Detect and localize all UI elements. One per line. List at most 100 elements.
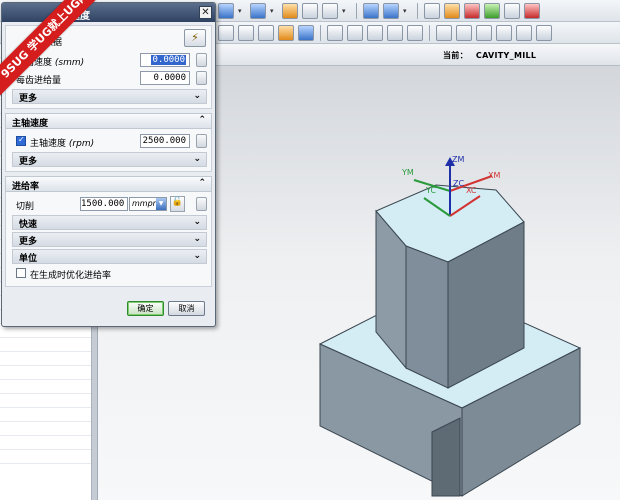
block-icon[interactable]: [278, 25, 294, 41]
row-cut: 切削 1500.000 mmpr ▼ 🔓: [12, 195, 207, 213]
feed-per-tooth-label: 每齿进给量: [16, 76, 62, 86]
analysis-icon[interactable]: [464, 3, 480, 19]
feature-icon[interactable]: [327, 25, 343, 41]
chevron-up-icon: ⌃: [198, 115, 206, 125]
ok-button[interactable]: 确定: [127, 301, 164, 316]
feed-more-toggle[interactable]: 更多 ⌄: [12, 232, 207, 247]
zm-label: ZM: [452, 155, 464, 164]
separator: [320, 25, 321, 41]
row-feed-per-tooth: 每齿进给量 0.0000: [12, 69, 207, 87]
measure-icon[interactable]: [444, 3, 460, 19]
feed-header[interactable]: 进给率 ⌃: [5, 176, 212, 192]
optimize-checkbox[interactable]: [16, 268, 26, 278]
base-chamfer-face: [431, 417, 461, 497]
chevron-down-icon: ⌄: [193, 234, 201, 244]
ruler-icon[interactable]: [524, 3, 540, 19]
chevron-down-icon[interactable]: ▼: [156, 198, 166, 210]
toolbar-icons-row2: [218, 25, 552, 41]
body-icon[interactable]: [298, 25, 314, 41]
selection-icon[interactable]: [302, 3, 318, 19]
orient-icon[interactable]: [218, 3, 234, 19]
feed-title: 进给率: [12, 182, 40, 192]
line-icon[interactable]: [258, 25, 274, 41]
lock-icon[interactable]: 🔓: [170, 196, 185, 212]
current-operation-value: CAVITY_MILL: [475, 51, 537, 60]
cut-unit-select[interactable]: mmpr ▼: [129, 197, 167, 211]
table-icon[interactable]: [424, 3, 440, 19]
sew-icon[interactable]: [516, 25, 532, 41]
dropdown-icon[interactable]: ▾: [342, 3, 350, 19]
rapid-label: 快速: [19, 220, 38, 230]
current-operation-prefix: 当前：: [443, 51, 468, 60]
separator: [356, 3, 357, 19]
spindle-body: 主轴速度 (rpm) 2500.000 更多 ⌄: [5, 129, 212, 172]
feed-per-tooth-option[interactable]: [196, 71, 207, 85]
spindle-checkbox[interactable]: [16, 135, 26, 146]
light-icon[interactable]: [282, 3, 298, 19]
spindle-speed-input[interactable]: 2500.000: [140, 134, 190, 148]
offset-icon[interactable]: [407, 25, 423, 41]
chevron-down-icon: ⌄: [193, 91, 201, 101]
feed-body: 切削 1500.000 mmpr ▼ 🔓 快速 ⌄ 更多 ⌄ 单位 ⌄ 在生成时优化进给…: [5, 192, 212, 287]
chevron-down-icon: ⌄: [193, 251, 201, 261]
cut-feed-option[interactable]: [196, 197, 207, 211]
surface-speed-option[interactable]: [196, 53, 207, 67]
ym-label: YM: [401, 168, 414, 177]
spindle-more-toggle[interactable]: 更多 ⌄: [12, 152, 207, 167]
point-icon[interactable]: [218, 25, 234, 41]
dropdown-icon[interactable]: ▾: [403, 3, 411, 19]
optimize-label: 在生成时优化进给率: [30, 271, 112, 281]
dropdown-icon[interactable]: ▾: [270, 3, 278, 19]
shade-icon[interactable]: [250, 3, 266, 19]
rapid-toggle[interactable]: 快速 ⌄: [12, 215, 207, 230]
plus-icon[interactable]: [238, 25, 254, 41]
toolbar-icons-row1: ▾ ▾ ▾ ▾: [218, 3, 540, 19]
spindle-header[interactable]: 主轴速度 ⌃: [5, 113, 212, 129]
edge-icon[interactable]: [367, 25, 383, 41]
chevron-down-icon: ⌄: [193, 154, 201, 164]
row-spindle-speed: 主轴速度 (rpm) 2500.000: [12, 132, 207, 150]
cube-icon[interactable]: [383, 3, 399, 19]
snap-icon[interactable]: [363, 3, 379, 19]
separator: [429, 25, 430, 41]
dialog-buttons: 确定 取消: [127, 301, 205, 316]
surface-speed-input[interactable]: 0.0000: [140, 53, 190, 67]
extend-icon[interactable]: [496, 25, 512, 41]
dropdown-icon[interactable]: ▾: [238, 3, 246, 19]
pattern-icon[interactable]: [476, 25, 492, 41]
units-toggle[interactable]: 单位 ⌄: [12, 249, 207, 264]
spindle-speed-unit: (rpm): [68, 139, 95, 149]
hole-icon[interactable]: [347, 25, 363, 41]
cut-feed-input[interactable]: 1500.000: [80, 197, 128, 211]
units-label: 单位: [19, 254, 38, 264]
spindle-speed-option[interactable]: [196, 134, 207, 148]
surface-speed-value: 0.0000: [151, 55, 186, 65]
split-icon[interactable]: [536, 25, 552, 41]
cut-label: 切削: [16, 202, 35, 212]
close-icon[interactable]: ✕: [199, 6, 212, 19]
spindle-title: 主轴速度: [12, 119, 49, 129]
spindle-more-label: 更多: [19, 157, 38, 167]
mirror-icon[interactable]: [456, 25, 472, 41]
calculate-icon[interactable]: ⚡: [184, 29, 206, 47]
play-icon[interactable]: [484, 3, 500, 19]
trim-icon[interactable]: [436, 25, 452, 41]
general-more-label: 更多: [19, 94, 38, 104]
general-more-toggle[interactable]: 更多 ⌄: [12, 89, 207, 104]
frame-icon[interactable]: [322, 3, 338, 19]
feed-per-tooth-input[interactable]: 0.0000: [140, 71, 190, 85]
section-feed: 进给率 ⌃ 切削 1500.000 mmpr ▼ 🔓 快速 ⌄ 更多 ⌄ 单位 ⌄ 在生成…: [5, 176, 212, 287]
separator: [417, 3, 418, 19]
surface-speed-unit: (smm): [54, 58, 85, 68]
cancel-button[interactable]: 取消: [168, 301, 205, 316]
face-icon[interactable]: [387, 25, 403, 41]
feed-more-label: 更多: [19, 237, 38, 247]
row-optimize: 在生成时优化进给率: [12, 264, 207, 282]
dialog-title: 速度: [2, 3, 215, 22]
section-spindle: 主轴速度 ⌃ 主轴速度 (rpm) 2500.000 更多 ⌄: [5, 113, 212, 172]
arrow-icon[interactable]: [504, 3, 520, 19]
spindle-speed-label: 主轴速度 (rpm): [30, 136, 94, 149]
zc-label: ZC: [453, 179, 464, 188]
yc-label: YC: [425, 186, 436, 195]
tower-front-face: [405, 245, 449, 389]
